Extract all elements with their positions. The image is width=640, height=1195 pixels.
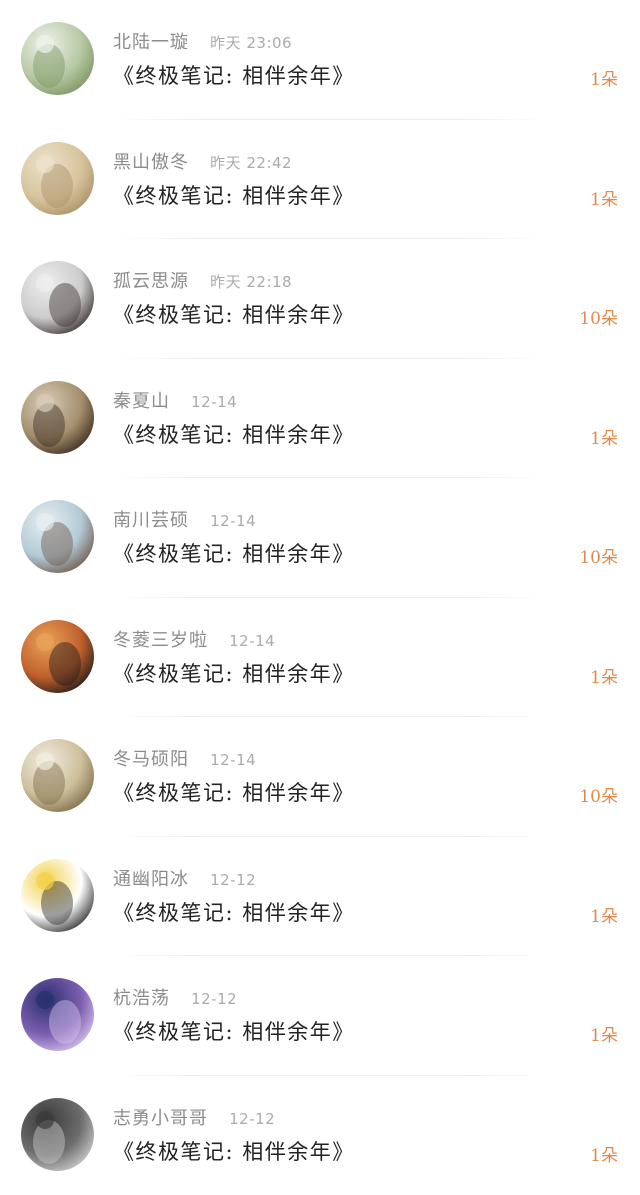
username[interactable]: 通幽阳冰 <box>113 869 189 890</box>
flower-count: 10朵 <box>579 304 618 329</box>
avatar[interactable] <box>21 381 94 454</box>
avatar[interactable] <box>21 500 94 573</box>
list-item[interactable]: 秦夏山 12-14 《终极笔记: 相伴余年》 1朵 <box>0 359 640 479</box>
list-item[interactable]: 黑山傲冬 昨天 22:42 《终极笔记: 相伴余年》 1朵 <box>0 120 640 240</box>
message-text: 《终极笔记: 相伴余年》 <box>113 658 355 688</box>
text-image-icon <box>21 1098 94 1171</box>
list-item[interactable]: 杭浩荡 12-12 《终极笔记: 相伴余年》 1朵 <box>0 956 640 1076</box>
timestamp: 12-12 <box>191 990 237 1008</box>
message-text: 《终极笔记: 相伴余年》 <box>113 60 355 90</box>
flower-count: 10朵 <box>579 543 618 568</box>
item-meta: 孤云思源 昨天 22:18 <box>113 267 292 293</box>
girl-camera-photo-icon <box>21 500 94 573</box>
username[interactable]: 黑山傲冬 <box>113 152 189 173</box>
timestamp: 昨天 22:18 <box>210 273 292 291</box>
username[interactable]: 孤云思源 <box>113 271 189 292</box>
timestamp: 昨天 23:06 <box>210 34 292 52</box>
timestamp: 12-14 <box>191 393 237 411</box>
list-item[interactable]: 通幽阳冰 12-12 《终极笔记: 相伴余年》 1朵 <box>0 837 640 957</box>
message-text: 《终极笔记: 相伴余年》 <box>113 897 355 927</box>
flower-count: 1朵 <box>590 185 618 210</box>
list-item[interactable]: 冬马硕阳 12-14 《终极笔记: 相伴余年》 10朵 <box>0 717 640 837</box>
timestamp: 昨天 22:42 <box>210 154 292 172</box>
list-item[interactable]: 志勇小哥哥 12-12 《终极笔记: 相伴余年》 1朵 <box>0 1076 640 1195</box>
item-meta: 秦夏山 12-14 <box>113 387 237 413</box>
avatar[interactable] <box>21 142 94 215</box>
timestamp: 12-14 <box>210 751 256 769</box>
timestamp: 12-14 <box>210 512 256 530</box>
message-text: 《终极笔记: 相伴余年》 <box>113 180 355 210</box>
dried-flower-photo-icon <box>21 142 94 215</box>
item-meta: 杭浩荡 12-12 <box>113 984 237 1010</box>
message-text: 《终极笔记: 相伴余年》 <box>113 299 355 329</box>
username[interactable]: 北陆一璇 <box>113 32 189 53</box>
message-text: 《终极笔记: 相伴余年》 <box>113 1016 355 1046</box>
flower-count: 10朵 <box>579 782 618 807</box>
avatar[interactable] <box>21 261 94 334</box>
woman-portrait-icon <box>21 261 94 334</box>
cat-photo-icon <box>21 859 94 932</box>
username[interactable]: 杭浩荡 <box>113 988 170 1009</box>
message-text: 《终极笔记: 相伴余年》 <box>113 1136 355 1166</box>
message-text: 《终极笔记: 相伴余年》 <box>113 419 355 449</box>
item-meta: 北陆一璇 昨天 23:06 <box>113 28 292 54</box>
avatar[interactable] <box>21 859 94 932</box>
timestamp: 12-12 <box>229 1110 275 1128</box>
girl-portrait-icon <box>21 620 94 693</box>
flower-count: 1朵 <box>590 1141 618 1166</box>
message-text: 《终极笔记: 相伴余年》 <box>113 777 355 807</box>
anime-warrior-icon <box>21 739 94 812</box>
flower-count: 1朵 <box>590 1021 618 1046</box>
flower-count: 1朵 <box>590 902 618 927</box>
list-item[interactable]: 南川芸硕 12-14 《终极笔记: 相伴余年》 10朵 <box>0 478 640 598</box>
item-meta: 冬马硕阳 12-14 <box>113 745 256 771</box>
username[interactable]: 南川芸硕 <box>113 510 189 531</box>
gift-record-list: 北陆一璇 昨天 23:06 《终极笔记: 相伴余年》 1朵 黑山傲冬 昨天 22… <box>0 0 640 1194</box>
item-meta: 志勇小哥哥 12-12 <box>113 1104 275 1130</box>
item-meta: 黑山傲冬 昨天 22:42 <box>113 148 292 174</box>
list-item[interactable]: 冬菱三岁啦 12-14 《终极笔记: 相伴余年》 1朵 <box>0 598 640 718</box>
list-item[interactable]: 孤云思源 昨天 22:18 《终极笔记: 相伴余年》 10朵 <box>0 239 640 359</box>
flower-count: 1朵 <box>590 65 618 90</box>
avatar[interactable] <box>21 978 94 1051</box>
avatar[interactable] <box>21 1098 94 1171</box>
message-text: 《终极笔记: 相伴余年》 <box>113 538 355 568</box>
avatar[interactable] <box>21 22 94 95</box>
avatar[interactable] <box>21 739 94 812</box>
username[interactable]: 冬菱三岁啦 <box>113 630 208 651</box>
item-meta: 冬菱三岁啦 12-14 <box>113 626 275 652</box>
avatar[interactable] <box>21 620 94 693</box>
flower-photo-icon <box>21 22 94 95</box>
item-meta: 南川芸硕 12-14 <box>113 506 256 532</box>
username[interactable]: 冬马硕阳 <box>113 749 189 770</box>
fantasy-character-icon <box>21 978 94 1051</box>
list-item[interactable]: 北陆一璇 昨天 23:06 《终极笔记: 相伴余年》 1朵 <box>0 0 640 120</box>
timestamp: 12-12 <box>210 871 256 889</box>
flower-count: 1朵 <box>590 663 618 688</box>
anime-character-icon <box>21 381 94 454</box>
timestamp: 12-14 <box>229 632 275 650</box>
flower-count: 1朵 <box>590 424 618 449</box>
username[interactable]: 秦夏山 <box>113 391 170 412</box>
item-meta: 通幽阳冰 12-12 <box>113 865 256 891</box>
username[interactable]: 志勇小哥哥 <box>113 1108 208 1129</box>
